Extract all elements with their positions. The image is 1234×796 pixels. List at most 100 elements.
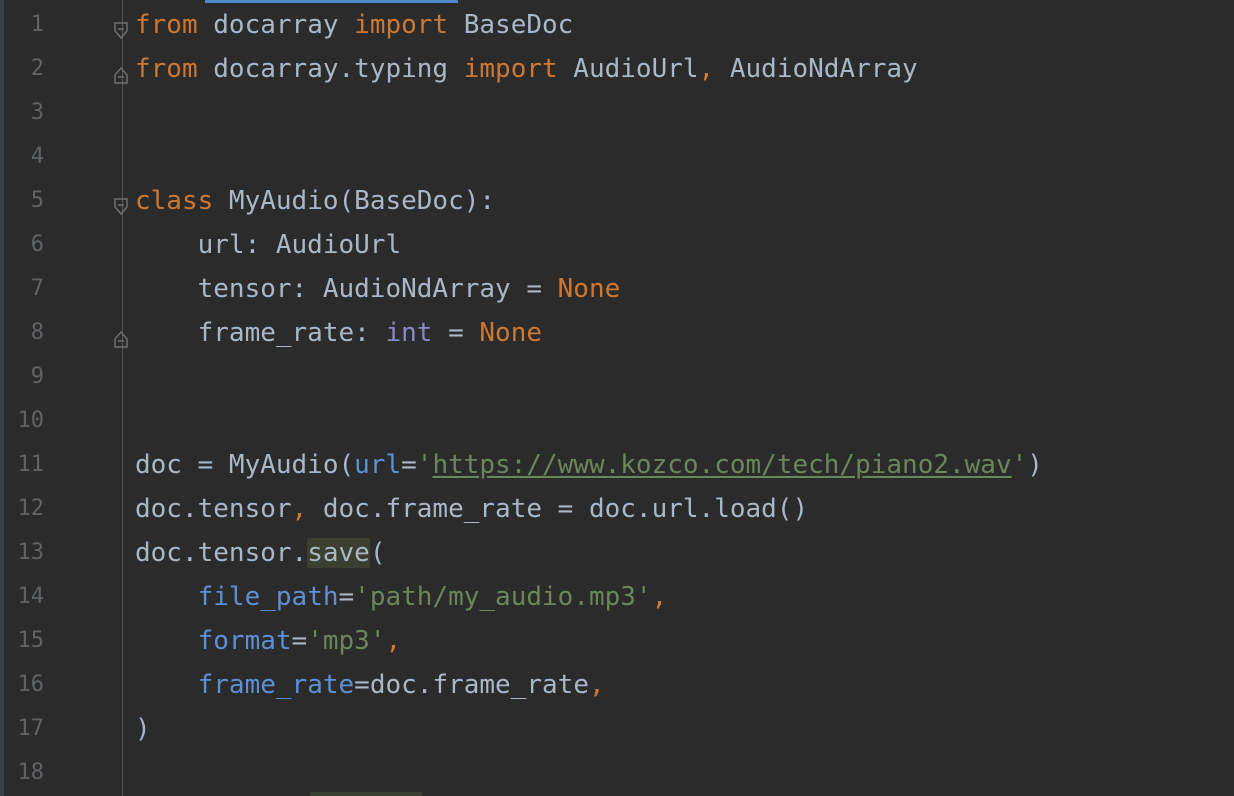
line-number: 6 xyxy=(30,232,44,257)
code-line[interactable]: 15 format='mp3', xyxy=(0,619,1234,663)
code-token: class xyxy=(135,186,214,216)
line-number: 16 xyxy=(17,672,45,697)
code-token: import xyxy=(463,54,558,84)
code-token: , xyxy=(651,582,668,612)
code-text[interactable]: doc.tensor.save( xyxy=(135,537,385,569)
code-token: file_path xyxy=(197,582,339,612)
code-line[interactable]: 7 tensor: AudioNdArray = None xyxy=(0,267,1234,311)
fold-close-icon[interactable] xyxy=(113,325,129,348)
fold-open-icon[interactable] xyxy=(113,17,129,40)
code-token: url xyxy=(354,450,402,480)
code-token: , xyxy=(291,494,308,524)
code-token: ' xyxy=(1011,450,1028,480)
code-token: =doc.frame_rate xyxy=(354,670,589,700)
code-line[interactable]: 1 from docarray import BaseDoc xyxy=(0,3,1234,47)
code-text[interactable]: file_path='path/my_audio.mp3', xyxy=(135,581,668,613)
code-line[interactable]: 6 url: AudioUrl xyxy=(0,223,1234,267)
code-line[interactable]: 9 xyxy=(0,355,1234,399)
fold-close-icon[interactable] xyxy=(113,61,129,84)
code-text[interactable]: doc = MyAudio(url='https://www.kozco.com… xyxy=(135,449,1043,481)
code-token: save xyxy=(307,538,370,568)
code-text[interactable]: from docarray.typing import AudioUrl, Au… xyxy=(135,53,918,85)
code-token: ' xyxy=(416,450,433,480)
code-token: MyAudio(BaseDoc): xyxy=(213,186,496,216)
code-token: docarray.typing xyxy=(197,54,464,84)
code-token: url: AudioUrl xyxy=(135,230,402,260)
line-number: 17 xyxy=(17,716,45,741)
code-token: doc.tensor. xyxy=(135,538,308,568)
code-token: https://www.kozco.com/tech/piano2.wav xyxy=(432,450,1012,480)
code-token: BaseDoc xyxy=(448,10,574,40)
line-number: 18 xyxy=(17,760,45,785)
code-token: , xyxy=(698,54,715,84)
code-text[interactable]: doc.tensor, doc.frame_rate = doc.url.loa… xyxy=(135,493,808,525)
code-text[interactable]: from docarray import BaseDoc xyxy=(135,9,573,41)
line-number: 1 xyxy=(30,12,44,37)
code-token: from xyxy=(135,54,198,84)
fold-open-icon[interactable] xyxy=(113,193,129,216)
code-token: ( xyxy=(369,538,386,568)
code-token: , xyxy=(588,670,605,700)
code-line[interactable]: 11 doc = MyAudio(url='https://www.kozco.c… xyxy=(0,443,1234,487)
code-token: doc.tensor xyxy=(135,494,292,524)
line-number: 7 xyxy=(30,276,44,301)
scroll-highlight xyxy=(310,792,422,796)
code-token: AudioNdArray xyxy=(714,54,918,84)
line-number: 3 xyxy=(30,100,44,125)
code-token: AudioUrl xyxy=(557,54,699,84)
code-line[interactable]: 18 xyxy=(0,751,1234,795)
code-text[interactable]: ) xyxy=(135,713,151,745)
code-token: None xyxy=(479,318,543,348)
code-token: , xyxy=(385,626,402,656)
code-line[interactable]: 3 xyxy=(0,91,1234,135)
line-number: 14 xyxy=(17,584,45,609)
line-number: 15 xyxy=(17,628,45,653)
code-line[interactable]: 8 frame_rate: int = None xyxy=(0,311,1234,355)
code-line[interactable]: 17) xyxy=(0,707,1234,751)
code-token: tensor: AudioNdArray = xyxy=(135,274,558,304)
code-token: None xyxy=(557,274,621,304)
code-token: frame_rate xyxy=(197,670,355,700)
code-token: import xyxy=(354,10,449,40)
code-line[interactable]: 13 doc.tensor.save( xyxy=(0,531,1234,575)
code-line[interactable]: 16 frame_rate=doc.frame_rate, xyxy=(0,663,1234,707)
code-token: 'path/my_audio.mp3' xyxy=(354,582,652,612)
line-number: 11 xyxy=(17,452,45,477)
code-line[interactable]: 5 class MyAudio(BaseDoc): xyxy=(0,179,1234,223)
line-number: 10 xyxy=(17,408,45,433)
code-text[interactable]: frame_rate=doc.frame_rate, xyxy=(135,669,605,701)
line-number: 2 xyxy=(30,56,44,81)
code-token: ) xyxy=(135,714,151,744)
code-line[interactable]: 12 doc.tensor, doc.frame_rate = doc.url.l… xyxy=(0,487,1234,531)
code-token: 'mp3' xyxy=(307,626,386,656)
code-token: = xyxy=(338,582,355,612)
code-text[interactable]: class MyAudio(BaseDoc): xyxy=(135,185,495,217)
code-text[interactable]: frame_rate: int = None xyxy=(135,317,542,349)
code-token: int xyxy=(385,318,433,348)
code-token: docarray xyxy=(197,10,355,40)
line-number: 4 xyxy=(30,144,44,169)
code-text[interactable]: tensor: AudioNdArray = None xyxy=(135,273,621,305)
code-token: format xyxy=(197,626,292,656)
code-token: doc.frame_rate = doc.url.load() xyxy=(307,494,809,524)
code-token: = xyxy=(432,318,480,348)
line-number: 12 xyxy=(17,496,45,521)
code-line[interactable]: 10 xyxy=(0,399,1234,443)
code-token: = xyxy=(401,450,417,480)
code-line[interactable]: 14 file_path='path/my_audio.mp3', xyxy=(0,575,1234,619)
code-text[interactable]: url: AudioUrl xyxy=(135,229,402,261)
code-token: frame_rate: xyxy=(135,318,386,348)
code-token: doc = MyAudio( xyxy=(135,450,355,480)
code-token: ) xyxy=(1027,450,1043,480)
code-token: from xyxy=(135,10,198,40)
line-number: 8 xyxy=(30,320,44,345)
code-editor[interactable]: 1 from docarray import BaseDoc 2 from docar… xyxy=(0,0,1234,796)
code-line[interactable]: 4 xyxy=(0,135,1234,179)
code-line[interactable]: 2 from docarray.typing import AudioUrl, A… xyxy=(0,47,1234,91)
line-number: 9 xyxy=(30,364,44,389)
code-text[interactable]: format='mp3', xyxy=(135,625,402,657)
line-number: 5 xyxy=(30,188,44,213)
